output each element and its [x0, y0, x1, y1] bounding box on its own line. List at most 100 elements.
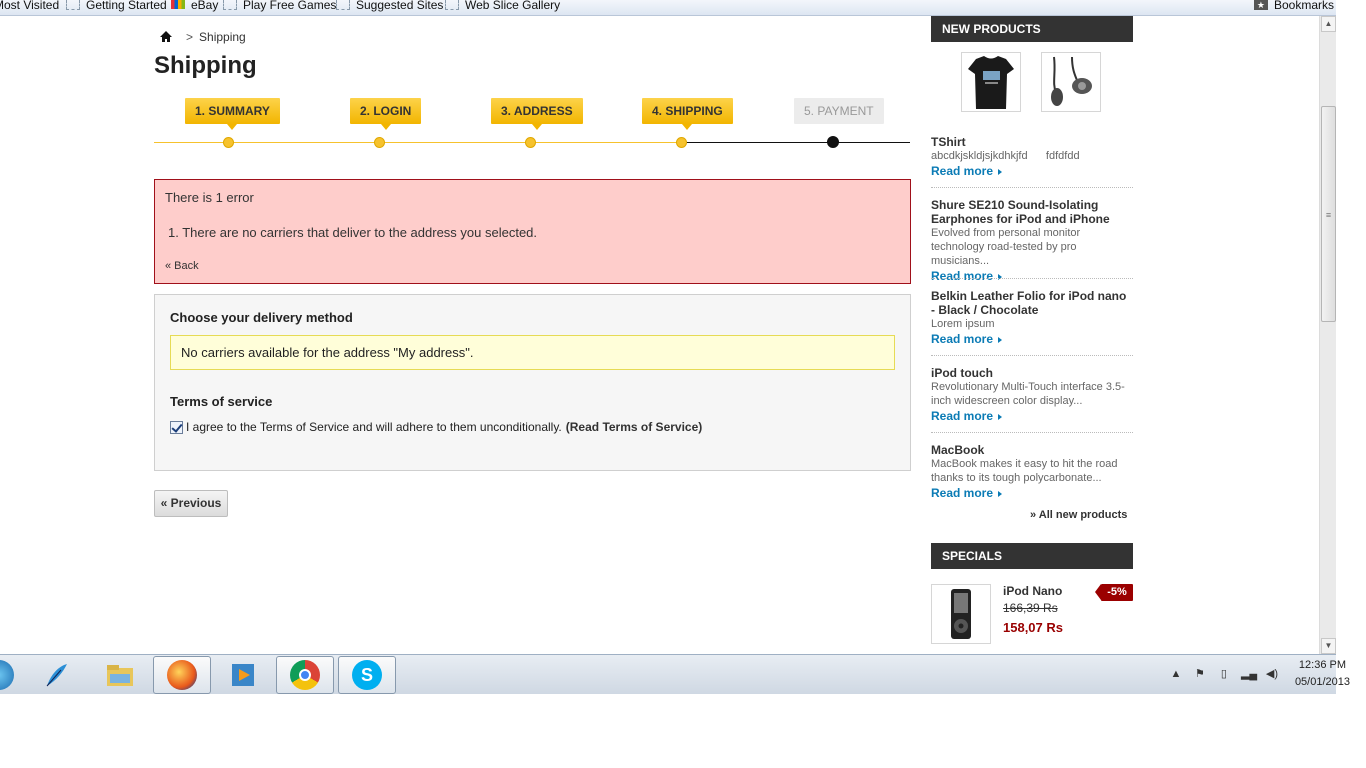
- step-dot: [223, 137, 234, 148]
- new-product-item: Belkin Leather Folio for iPod nano - Bla…: [931, 289, 1133, 346]
- bookmark-most-visited[interactable]: Most Visited: [0, 0, 60, 15]
- bookmark-label: eBay: [191, 0, 219, 12]
- home-icon[interactable]: [160, 31, 174, 43]
- discount-badge: -5%: [1095, 584, 1133, 601]
- chrome-icon: [290, 660, 320, 690]
- breadcrumb-separator: >: [186, 30, 194, 44]
- folder-icon: [107, 665, 133, 686]
- arrow-right-icon: [998, 491, 1003, 497]
- arrow-right-icon: [998, 337, 1003, 343]
- taskbar-firefox[interactable]: [153, 656, 211, 694]
- read-more-label: Read more: [931, 409, 994, 423]
- divider: [931, 187, 1133, 188]
- scroll-down-arrow-icon[interactable]: ▼: [1321, 638, 1336, 654]
- terms-checkbox[interactable]: [170, 420, 183, 434]
- special-old-price: 166,39 Rs: [1003, 601, 1058, 615]
- ebay-icon: [171, 0, 185, 9]
- product-name[interactable]: Shure SE210 Sound-Isolating Earphones fo…: [931, 198, 1133, 226]
- step-login[interactable]: 2. Login: [350, 98, 422, 130]
- clock-time: 12:36 PM: [1298, 659, 1347, 671]
- page-title: Shipping: [154, 52, 257, 79]
- flag-icon[interactable]: ⚑: [1193, 667, 1207, 681]
- new-product-item: iPod touch Revolutionary Multi-Touch int…: [931, 366, 1133, 423]
- bookmark-suggested-sites[interactable]: Suggested Sites: [336, 0, 444, 15]
- breadcrumb-current: Shipping: [199, 30, 246, 44]
- bookmark-label: Most Visited: [0, 0, 60, 12]
- taskbar-chrome[interactable]: [276, 656, 334, 694]
- media-player-icon: [232, 664, 254, 686]
- step-dot: [525, 137, 536, 148]
- network-signal-icon[interactable]: ▂▄: [1241, 667, 1257, 681]
- new-products-header[interactable]: New products: [931, 16, 1133, 42]
- back-link[interactable]: « Back: [165, 260, 199, 272]
- product-name[interactable]: TShirt: [931, 135, 1133, 149]
- step-address[interactable]: 3. Address: [491, 98, 583, 130]
- volume-icon[interactable]: ◀): [1265, 667, 1279, 681]
- specials-header[interactable]: Specials: [931, 543, 1133, 569]
- tshirt-thumbnail[interactable]: [961, 52, 1021, 112]
- bookmarks-toolbar: Most Visited Getting Started eBay Play F…: [0, 0, 1336, 16]
- read-more-link[interactable]: Read more: [931, 409, 1133, 423]
- taskbar-app-feather[interactable]: [27, 656, 85, 694]
- no-carriers-warning: No carriers available for the address "M…: [170, 335, 895, 370]
- taskbar-explorer[interactable]: [91, 656, 149, 694]
- step-label: 5. Payment: [804, 104, 874, 118]
- taskbar-media[interactable]: [214, 656, 272, 694]
- terms-text: I agree to the Terms of Service and will…: [186, 420, 562, 434]
- ipod-nano-thumbnail[interactable]: [931, 584, 991, 644]
- read-more-link[interactable]: Read more: [931, 164, 1133, 178]
- bookmark-getting-started[interactable]: Getting Started: [66, 0, 167, 15]
- delivery-method-title: Choose your delivery method: [170, 310, 353, 325]
- battery-icon[interactable]: ▯: [1217, 667, 1231, 681]
- terms-link[interactable]: (Read Terms of Service): [566, 420, 703, 434]
- step-label: 1. Summary: [195, 104, 270, 118]
- taskbar-skype[interactable]: S: [338, 656, 396, 694]
- read-more-label: Read more: [931, 164, 994, 178]
- special-product-name[interactable]: iPod Nano: [1003, 584, 1062, 598]
- bookmark-ebay[interactable]: eBay: [171, 0, 219, 15]
- breadcrumb: > Shipping: [160, 30, 246, 44]
- divider: [931, 432, 1133, 433]
- clock[interactable]: 12:36 PM 05/01/2013: [1295, 657, 1350, 691]
- read-more-link[interactable]: Read more: [931, 269, 1133, 283]
- product-description: Lorem ipsum: [931, 318, 995, 330]
- page-icon: [223, 0, 237, 10]
- bookmark-web-slice-gallery[interactable]: Web Slice Gallery: [445, 0, 560, 15]
- product-name[interactable]: MacBook: [931, 443, 1133, 457]
- bookmark-label: Play Free Games: [243, 0, 337, 12]
- scroll-thumb[interactable]: ≡: [1321, 106, 1336, 322]
- product-description: MacBook makes it easy to hit the road th…: [931, 458, 1118, 484]
- step-dot: [374, 137, 385, 148]
- page-scrollbar[interactable]: ▲ ≡ ▼: [1319, 16, 1336, 654]
- step-shipping: 4. Shipping: [642, 98, 733, 130]
- earphones-thumbnail[interactable]: [1041, 52, 1101, 112]
- new-product-item: Shure SE210 Sound-Isolating Earphones fo…: [931, 198, 1133, 283]
- product-name[interactable]: iPod touch: [931, 366, 1133, 380]
- read-more-link[interactable]: Read more: [931, 486, 1133, 500]
- show-hidden-icons-icon[interactable]: ▲: [1169, 667, 1183, 681]
- checkout-steps: 1. Summary 2. Login 3. Address 4. Shippi…: [154, 98, 910, 158]
- bookmarks-menu[interactable]: ★ Bookmarks: [1253, 0, 1334, 12]
- bookmark-label: Getting Started: [86, 0, 167, 12]
- start-button[interactable]: [0, 656, 28, 694]
- bookmarks-menu-label: Bookmarks: [1273, 0, 1334, 12]
- product-description: abcdkjskldjsjkdhkjfd fdfdfdd: [931, 150, 1080, 162]
- bookmark-play-free-games[interactable]: Play Free Games: [223, 0, 337, 15]
- divider: [931, 355, 1133, 356]
- product-name[interactable]: Belkin Leather Folio for iPod nano - Bla…: [931, 289, 1133, 317]
- star-icon: ★: [1253, 0, 1268, 10]
- step-label: 3. Address: [501, 104, 573, 118]
- error-message: 1. There are no carriers that deliver to…: [168, 225, 538, 240]
- scroll-up-arrow-icon[interactable]: ▲: [1321, 16, 1336, 32]
- windows-start-icon: [0, 660, 14, 690]
- previous-button[interactable]: « Previous: [154, 490, 228, 517]
- step-label: 2. Login: [360, 104, 412, 118]
- all-new-products-link[interactable]: » All new products: [1030, 509, 1127, 521]
- firefox-icon: [167, 660, 197, 690]
- delivery-method-box: Choose your delivery method No carriers …: [154, 294, 911, 471]
- read-more-label: Read more: [931, 486, 994, 500]
- step-summary[interactable]: 1. Summary: [185, 98, 280, 130]
- clock-date: 05/01/2013: [1294, 676, 1350, 688]
- read-more-link[interactable]: Read more: [931, 332, 1133, 346]
- bookmark-label: Suggested Sites: [356, 0, 444, 12]
